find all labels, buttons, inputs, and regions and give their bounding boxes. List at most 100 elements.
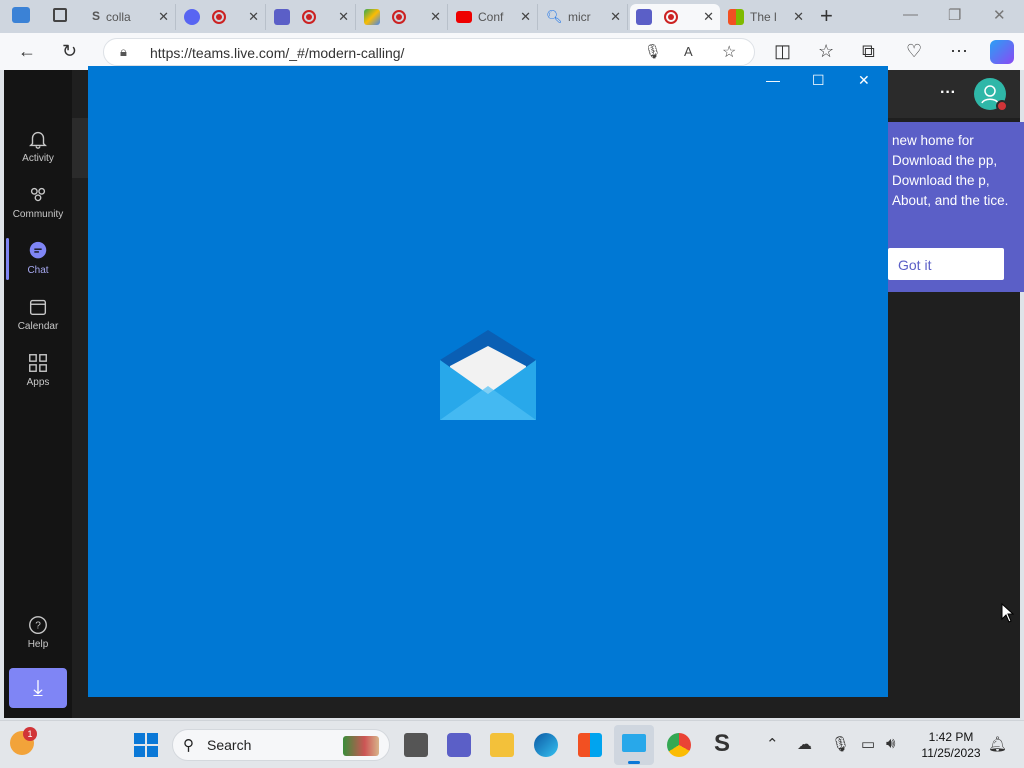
more-options-icon[interactable]: ⋯ [950, 41, 968, 62]
browser-tab[interactable]: 🔍︎ micr ✕ [540, 4, 628, 30]
back-icon[interactable]: ← [18, 41, 36, 62]
close-tab-icon[interactable]: ✕ [338, 9, 349, 25]
discord-icon [184, 9, 200, 25]
close-tab-icon[interactable]: ✕ [703, 9, 714, 25]
teams-icon [274, 9, 290, 25]
clock-date: 11/25/2023 [921, 746, 981, 760]
task-view-icon[interactable] [404, 733, 428, 757]
tab-title: Conf [478, 10, 504, 24]
browser-toolbar: ← ↻ 🔒︎ https://teams.live.com/_#/modern-… [0, 33, 1024, 70]
recording-icon [302, 10, 316, 24]
close-tab-icon[interactable]: ✕ [520, 9, 531, 25]
close-icon[interactable]: ✕ [993, 6, 1006, 24]
edge-icon[interactable] [534, 733, 558, 757]
close-tab-icon[interactable]: ✕ [158, 9, 169, 25]
restore-icon[interactable]: ❐ [948, 6, 961, 24]
tab-title: micr [568, 10, 591, 24]
rail-label: Chat [27, 265, 49, 276]
search-icon: 🔍︎ [546, 9, 563, 24]
favorites-icon[interactable]: ☆ [818, 41, 834, 62]
browser-tab[interactable]: The l ✕ [722, 4, 810, 30]
refresh-icon[interactable]: ↻ [62, 41, 77, 62]
new-tab-icon[interactable]: + [820, 3, 833, 29]
rail-item-chat[interactable]: Chat [4, 238, 72, 280]
got-it-button[interactable]: Got it [888, 248, 1004, 280]
rail-item-apps[interactable]: Apps [4, 352, 72, 388]
close-tab-icon[interactable]: ✕ [793, 9, 804, 25]
rail-item-calendar[interactable]: Calendar [4, 296, 72, 332]
mail-icon[interactable] [614, 725, 654, 765]
maximize-icon[interactable]: ☐ [812, 72, 825, 89]
recording-icon [664, 10, 678, 24]
rail-item-help[interactable]: ? Help [4, 614, 72, 650]
browser-tab[interactable]: ✕ [358, 4, 448, 30]
microsoft-icon [728, 9, 744, 25]
tab-title: colla [106, 10, 131, 24]
apps-icon [29, 354, 47, 372]
teaching-popup: new home for Download the pp, Download t… [888, 122, 1024, 292]
chrome-icon[interactable] [667, 733, 691, 757]
store-icon[interactable] [578, 733, 602, 757]
address-bar[interactable]: 🔒︎ https://teams.live.com/_#/modern-call… [103, 38, 755, 66]
browser-tab[interactable]: ✕ [268, 4, 356, 30]
network-icon[interactable]: ▭ [861, 735, 875, 753]
download-icon: ⤓ [33, 675, 43, 700]
tab-actions-icon[interactable] [53, 8, 67, 22]
read-aloud-icon[interactable]: A [684, 44, 693, 59]
browser-tab[interactable]: Conf ✕ [450, 4, 538, 30]
rail-label: Apps [26, 377, 50, 388]
svg-text:?: ? [35, 621, 41, 632]
url-text: https://teams.live.com/_#/modern-calling… [150, 45, 405, 61]
browser-tab-strip: S colla ✕ ✕ ✕ ✕ Conf ✕ 🔍︎ micr ✕ ✕ The l… [0, 0, 1024, 33]
recording-icon [392, 10, 406, 24]
minimize-icon[interactable]: — [766, 72, 780, 88]
taskbar: 1 ⚲ Search S ⌃ ☁ 🎙︎ ▭ 🔊︎ 1:42 PM 11/25/2… [0, 720, 1024, 768]
system-clock[interactable]: 1:42 PM 11/25/2023 [916, 729, 986, 761]
copilot-icon[interactable] [990, 40, 1014, 64]
rail-label: Calendar [17, 321, 59, 332]
minimize-icon[interactable]: — [903, 6, 918, 23]
weather-widget-icon[interactable]: 1 [10, 727, 37, 755]
avatar[interactable] [974, 78, 1008, 112]
sidebar-toggle-icon[interactable] [12, 7, 30, 23]
clock-time: 1:42 PM [928, 730, 974, 744]
taskbar-search[interactable]: ⚲ Search [172, 729, 390, 761]
volume-icon[interactable]: 🔊︎ [886, 735, 895, 752]
rail-item-activity[interactable]: Activity [4, 128, 72, 164]
close-tab-icon[interactable]: ✕ [610, 9, 621, 25]
notification-count: 1 [23, 727, 37, 741]
download-app-button[interactable]: ⤓ [9, 668, 67, 708]
file-explorer-icon[interactable] [490, 733, 514, 757]
microphone-icon[interactable]: 🎙︎ [644, 43, 662, 60]
mail-splash-window: — ☐ ✕ [88, 66, 888, 697]
performance-icon[interactable]: ♡ [906, 41, 922, 62]
close-icon[interactable]: ✕ [858, 72, 870, 89]
more-options-icon[interactable]: ··· [940, 84, 956, 102]
chevron-up-icon[interactable]: ⌃ [766, 735, 779, 753]
calendar-icon [29, 299, 47, 316]
youtube-icon [456, 11, 472, 23]
browser-tab[interactable]: S colla ✕ [86, 4, 176, 30]
presence-badge [996, 100, 1008, 112]
split-screen-icon[interactable]: ◫ [774, 41, 791, 62]
search-icon: ⚲ [183, 737, 194, 754]
close-tab-icon[interactable]: ✕ [248, 9, 259, 25]
teams-icon[interactable] [447, 733, 471, 757]
app-rail: Activity Community Chat Calendar Apps ? … [4, 70, 72, 718]
recording-icon [212, 10, 226, 24]
rail-item-community[interactable]: Community [4, 184, 72, 220]
search-highlight-icon [343, 736, 379, 756]
favorite-star-icon[interactable]: ☆ [722, 42, 736, 62]
onedrive-icon[interactable]: ☁ [797, 735, 812, 753]
lock-icon: 🔒︎ [120, 44, 127, 59]
mail-app-icon [440, 330, 536, 420]
browser-tab-active[interactable]: ✕ [630, 4, 720, 30]
popup-text: new home for Download the pp, Download t… [892, 133, 1009, 208]
skype-s-icon[interactable]: S [714, 730, 730, 758]
start-icon[interactable] [134, 733, 158, 757]
collections-icon[interactable]: ⧉ [862, 41, 875, 62]
browser-tab[interactable]: ✕ [178, 4, 266, 30]
notification-bell-icon[interactable]: 🔔︎ [988, 735, 1007, 753]
close-tab-icon[interactable]: ✕ [430, 9, 441, 25]
microphone-icon[interactable]: 🎙︎ [831, 735, 850, 753]
